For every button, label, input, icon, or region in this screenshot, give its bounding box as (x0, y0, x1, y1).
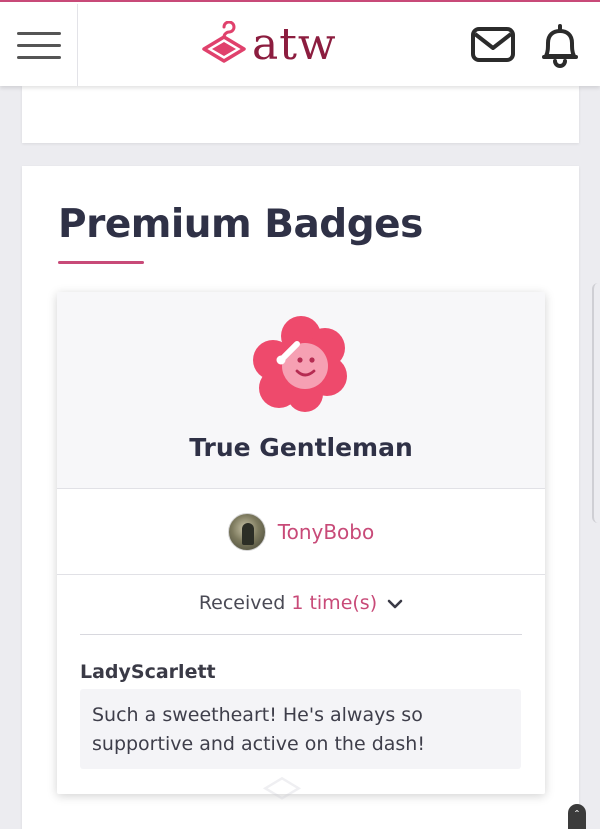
hamburger-icon (16, 31, 61, 35)
received-count: 1 time(s) (291, 592, 378, 614)
avatar[interactable] (227, 512, 266, 551)
chevron-down-icon (387, 599, 403, 608)
section-title: Premium Badges (58, 202, 423, 247)
site-logo[interactable]: atw (200, 20, 337, 70)
hanger-watermark-icon (262, 776, 302, 800)
comment-text: Such a sweetheart! He's always so suppor… (80, 689, 521, 769)
received-label: Received (198, 592, 286, 614)
bell-icon (542, 24, 578, 68)
messages-button[interactable] (470, 26, 516, 64)
notifications-button[interactable] (538, 22, 582, 68)
giver-username-link[interactable]: TonyBobo (278, 520, 374, 544)
top-navigation-bar: atw (0, 0, 600, 86)
scroll-to-top-button[interactable]: ˆ (568, 804, 586, 829)
badge-name: True Gentleman (189, 433, 413, 462)
hanger-logo-icon (202, 21, 246, 63)
badge-giver[interactable]: TonyBobo (57, 489, 545, 575)
comment-author[interactable]: LadyScarlett (80, 661, 216, 683)
chevron-up-icon: ˆ (575, 808, 579, 822)
mail-icon (471, 27, 515, 62)
title-underline (58, 261, 144, 264)
divider (80, 634, 522, 635)
flower-face-badge-icon (253, 316, 347, 412)
menu-button[interactable] (0, 4, 78, 86)
received-toggle[interactable]: Received 1 time(s) (57, 592, 545, 614)
badge-card: True Gentleman TonyBobo Received 1 time(… (57, 292, 545, 794)
watermark (262, 760, 572, 810)
previous-section-card (22, 86, 579, 143)
logo-text: atw (252, 19, 337, 70)
scrollbar[interactable] (592, 283, 600, 523)
badge-header: True Gentleman (57, 292, 545, 489)
